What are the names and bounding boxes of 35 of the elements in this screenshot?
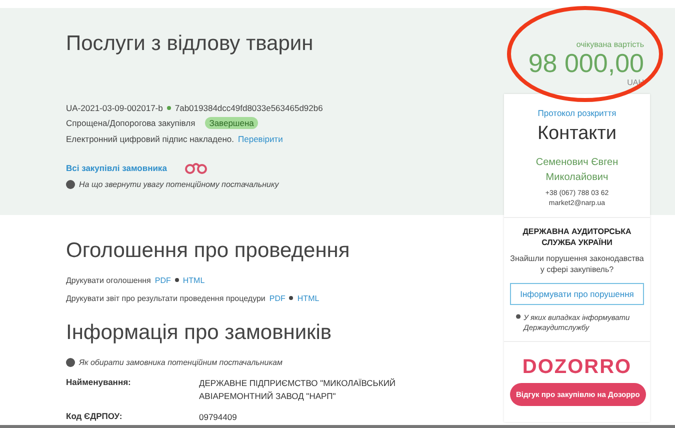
separator-dot-icon bbox=[166, 106, 171, 110]
page-title: Послуги з відлову тварин bbox=[66, 32, 314, 56]
print-link[interactable]: HTML bbox=[182, 276, 205, 284]
contacts-heading: Контакти bbox=[536, 123, 618, 145]
separator-dot-icon bbox=[174, 278, 179, 282]
procedure-type: Спрощена/Допорогова закупівля bbox=[66, 118, 196, 128]
price-amount: 98 000,00 bbox=[527, 49, 644, 78]
audit-question: Знайшли порушення законодавства у сфері закупівель? bbox=[510, 253, 644, 275]
print-link[interactable]: PDF bbox=[269, 294, 286, 302]
tender-hash: 7ab019384dcc49fd8033e563465d92b6 bbox=[174, 102, 323, 113]
print-label: Друкувати оголошення bbox=[66, 276, 151, 284]
field-label: Код ЄДРПОУ: bbox=[66, 410, 124, 423]
separator-dot-icon bbox=[289, 296, 294, 300]
supplier-hint: На що звернути увагу потенційному постачальнику bbox=[79, 180, 279, 189]
field-value: ДЕРЖАВНЕ ПІДПРИЄМСТВО "МИКОЛАЇВСЬКИЙ АВІАРЕМОНТНИЙ ЗАВОД "НАРП" bbox=[199, 376, 397, 402]
field-value: 09794409 bbox=[199, 410, 238, 424]
print-link[interactable]: PDF bbox=[154, 276, 171, 284]
report-button[interactable]: Інформувати про порушення bbox=[510, 283, 644, 305]
dozorro-logo: DOZORRO bbox=[521, 356, 633, 379]
print-link[interactable]: HTML bbox=[297, 294, 320, 302]
audit-title: ДЕРЖАВНА АУДИТОРСЬКА СЛУЖБА УКРАЇНИ bbox=[522, 226, 632, 248]
print-label: Друкувати звіт про результати проведення процедури bbox=[66, 294, 266, 302]
tender-id: UA-2021-03-09-002017-b bbox=[66, 102, 163, 113]
field-label: Найменування: bbox=[66, 376, 132, 389]
price-label: очікувана вартість bbox=[575, 40, 644, 49]
status-badge: Завершена bbox=[205, 117, 258, 130]
binoculars-icon bbox=[184, 161, 207, 174]
section-heading: Інформація про замовників bbox=[66, 321, 333, 345]
section-heading: Оголошення про проведення bbox=[66, 239, 351, 263]
signature-text: Електронний цифровий підпис накладено. bbox=[66, 134, 234, 144]
verify-link[interactable]: Перевірити bbox=[238, 134, 283, 144]
contact-name: Семенович Євген Миколайович bbox=[534, 156, 620, 185]
customer-hint: Як обирати замовника потенційним постачальникам bbox=[79, 358, 282, 368]
protocol-link[interactable]: Протокол розкриття bbox=[510, 108, 644, 118]
all-purchases-link[interactable]: Всі закупівлі замовника bbox=[66, 162, 167, 172]
